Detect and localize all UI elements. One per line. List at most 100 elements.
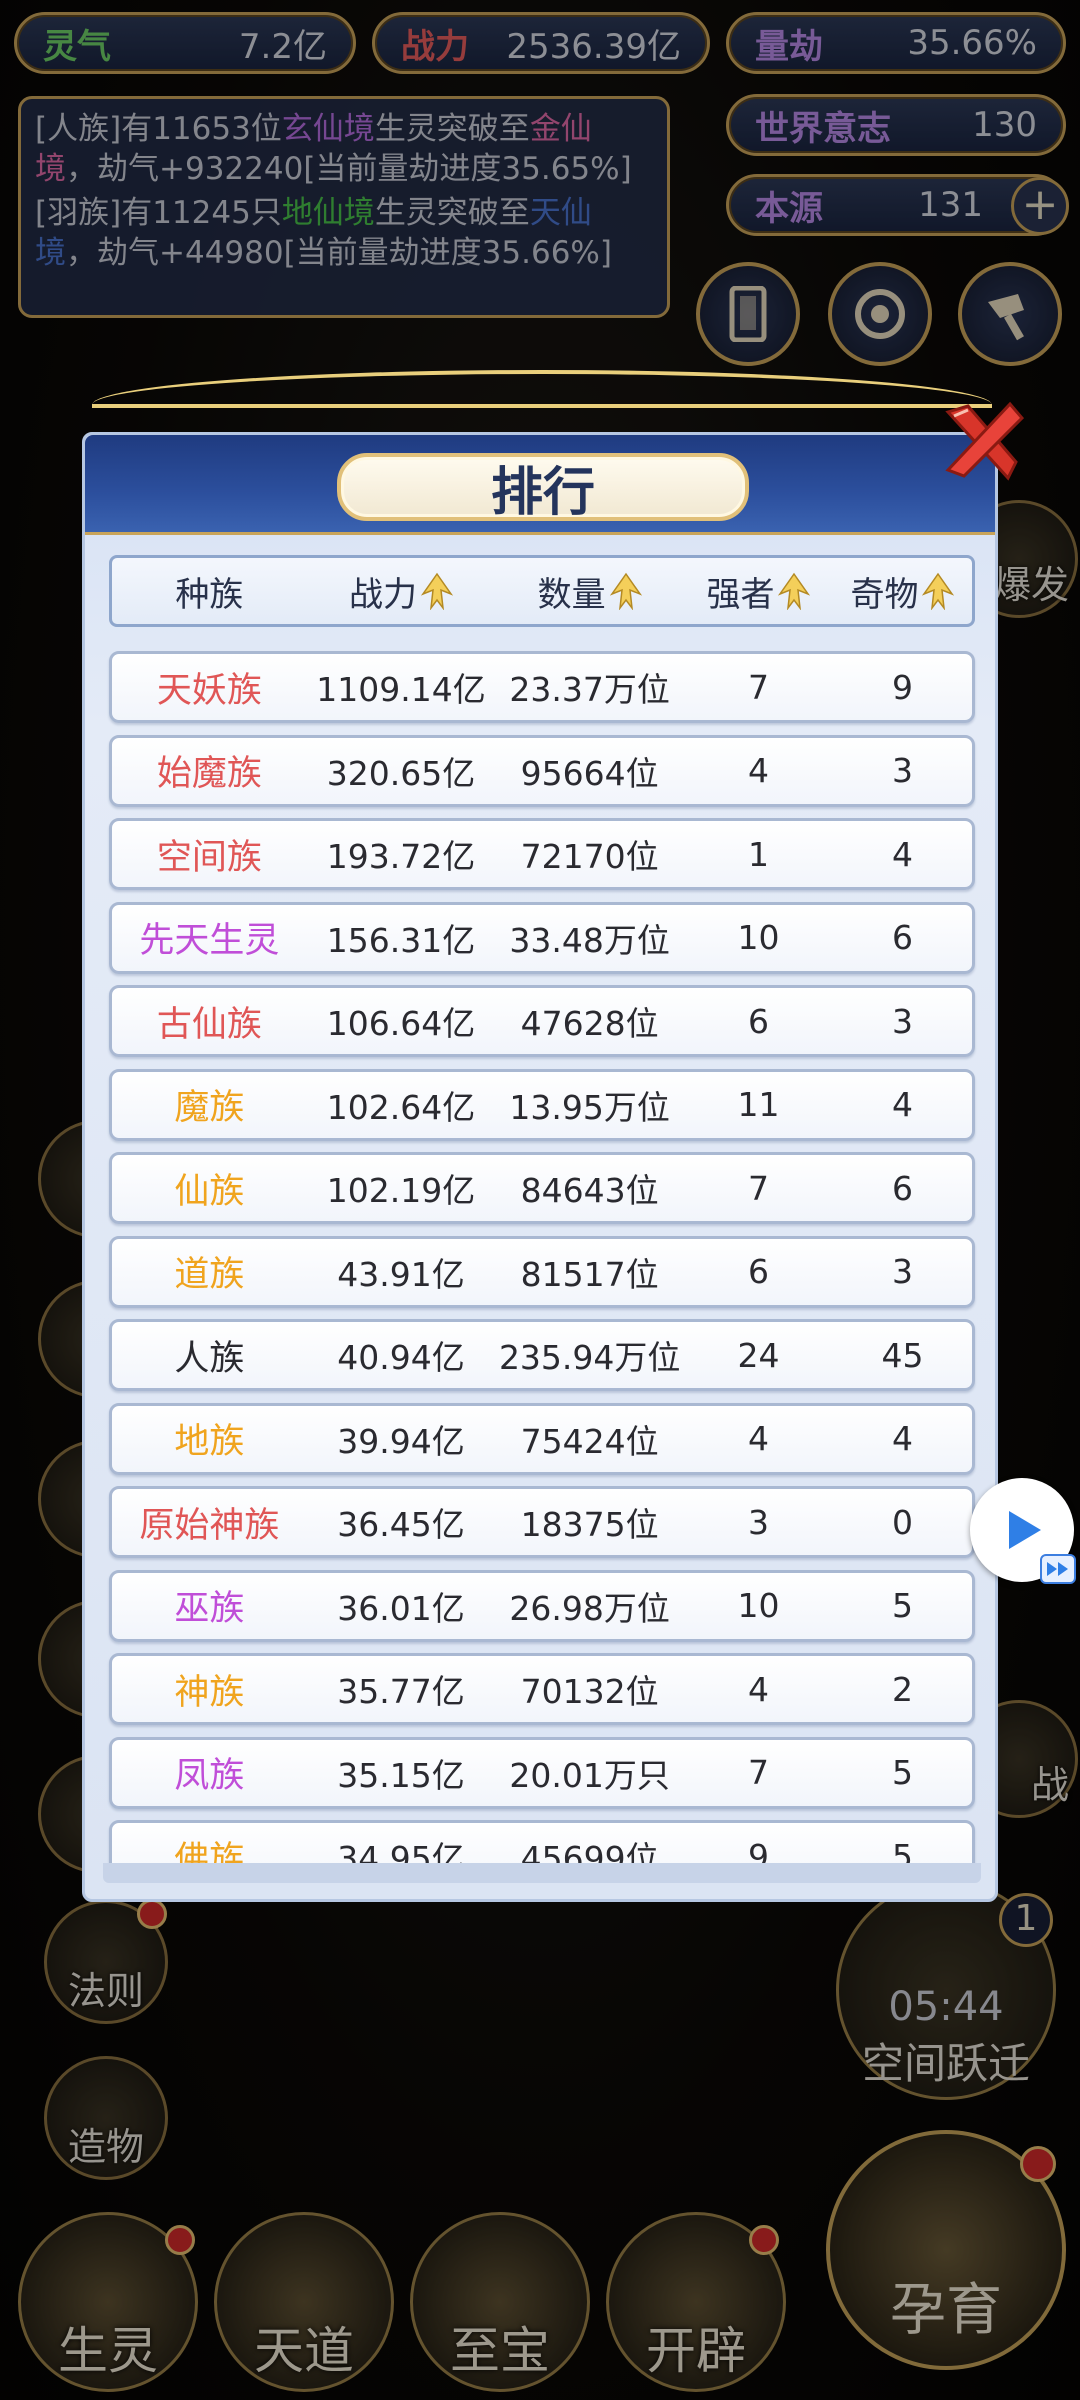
race-name: 魔族: [174, 1088, 245, 1128]
table-row[interactable]: 空间族 193.72亿 72170位 1 4: [109, 818, 975, 890]
power-value: 35.77亿: [337, 1672, 465, 1711]
items-value: 0: [891, 1502, 913, 1542]
strong-value: 9: [747, 1836, 769, 1864]
sort-arrow-icon: [922, 572, 955, 610]
power-value: 106.64亿: [326, 1004, 476, 1043]
table-row[interactable]: 原始神族 36.45亿 18375位 3 0: [109, 1486, 975, 1558]
race-name: 空间族: [156, 837, 262, 878]
column-header-row: 种族 战力 数量 强者 奇物: [109, 555, 975, 627]
strong-value: 3: [747, 1502, 769, 1542]
count-value: 84643位: [520, 1171, 659, 1210]
race-name: 先天生灵: [139, 921, 280, 961]
race-name: 原始神族: [139, 1505, 280, 1546]
items-value: 5: [891, 1586, 913, 1625]
items-value: 3: [891, 1001, 913, 1041]
ranking-list[interactable]: 天妖族 1109.14亿 23.37万位 7 9 始魔族 320.65亿 95664位 4 3 空间…: [103, 645, 981, 1863]
race-name: 地族: [174, 1422, 245, 1462]
count-value: 33.48万位: [509, 920, 670, 960]
power-value: 36.45亿: [337, 1505, 465, 1544]
power-value: 156.31亿: [326, 920, 476, 960]
power-value: 102.64亿: [326, 1087, 476, 1127]
power-value: 320.65亿: [326, 753, 476, 793]
power-value: 193.72亿: [326, 837, 476, 876]
strong-value: 7: [747, 1753, 769, 1792]
items-value: 4: [891, 1419, 913, 1458]
items-value: 4: [891, 1085, 913, 1124]
table-row[interactable]: 道族 43.91亿 81517位 6 3: [109, 1235, 975, 1308]
power-value: 40.94亿: [337, 1338, 465, 1377]
header-strong[interactable]: 强者: [684, 558, 833, 624]
table-row[interactable]: 巫族 36.01亿 26.98万位 10 5: [109, 1569, 975, 1642]
race-name: 仙族: [174, 1171, 245, 1212]
items-value: 9: [891, 667, 913, 707]
count-value: 23.37万位: [509, 670, 670, 709]
table-row[interactable]: 地族 39.94亿 75424位 4 4: [109, 1402, 975, 1475]
strong-value: 10: [737, 1586, 780, 1625]
power-value: 102.19亿: [326, 1171, 476, 1210]
items-value: 5: [891, 1836, 913, 1864]
race-name: 古仙族: [156, 1004, 262, 1045]
strong-value: 4: [747, 1669, 769, 1709]
table-row[interactable]: 神族 35.77亿 70132位 4 2: [109, 1653, 975, 1725]
strong-value: 6: [747, 1252, 769, 1291]
header-count[interactable]: 数量: [495, 558, 684, 624]
count-value: 72170位: [520, 837, 659, 876]
table-row[interactable]: 先天生灵 156.31亿 33.48万位 10 6: [109, 901, 975, 974]
items-value: 3: [891, 1252, 913, 1291]
count-value: 20.01万只: [509, 1755, 670, 1795]
header-race: 种族: [175, 574, 244, 615]
list-bottom-edge: [103, 1863, 981, 1883]
items-value: 2: [891, 1669, 913, 1709]
table-row[interactable]: 凤族 35.15亿 20.01万只 7 5: [109, 1736, 975, 1809]
strong-value: 24: [737, 1335, 780, 1375]
strong-value: 6: [747, 1001, 769, 1041]
count-value: 70132位: [520, 1672, 659, 1711]
race-name: 始魔族: [156, 754, 262, 794]
table-row[interactable]: 古仙族 106.64亿 47628位 6 3: [109, 985, 975, 1057]
strong-value: 7: [747, 1168, 769, 1208]
header-power[interactable]: 战力: [307, 558, 496, 624]
count-value: 18375位: [520, 1505, 659, 1544]
count-value: 47628位: [520, 1004, 659, 1043]
power-value: 1109.14亿: [316, 670, 486, 709]
items-value: 45: [881, 1335, 924, 1375]
race-name: 人族: [174, 1338, 245, 1379]
items-value: 6: [891, 1168, 913, 1208]
count-value: 26.98万位: [509, 1588, 670, 1628]
race-name: 佛族: [174, 1839, 245, 1864]
power-value: 34.95亿: [337, 1839, 465, 1863]
count-value: 13.95万位: [509, 1087, 670, 1127]
race-name: 道族: [174, 1255, 245, 1295]
strong-value: 7: [747, 667, 769, 707]
table-row[interactable]: 人族 40.94亿 235.94万位 24 45: [109, 1319, 975, 1391]
items-value: 4: [891, 834, 913, 874]
power-value: 43.91亿: [337, 1254, 465, 1294]
strong-value: 11: [737, 1085, 780, 1124]
table-row[interactable]: 始魔族 320.65亿 95664位 4 3: [109, 734, 975, 807]
panel-title: 排行: [337, 453, 749, 523]
items-value: 6: [891, 918, 913, 957]
items-value: 3: [891, 751, 913, 790]
table-row[interactable]: 魔族 102.64亿 13.95万位 11 4: [109, 1068, 975, 1141]
count-value: 45699位: [520, 1839, 659, 1863]
close-icon[interactable]: [934, 392, 1030, 488]
ranking-panel: 排行 种族 战力 数量 强者 奇物 天妖族 1109.14亿 23.37万位 7 9 始魔…: [82, 432, 998, 1902]
items-value: 5: [891, 1753, 913, 1792]
table-row[interactable]: 佛族 34.95亿 45699位 9 5: [109, 1820, 975, 1863]
power-value: 36.01亿: [337, 1588, 465, 1628]
table-row[interactable]: 仙族 102.19亿 84643位 7 6: [109, 1152, 975, 1224]
power-value: 39.94亿: [337, 1421, 465, 1461]
race-name: 巫族: [174, 1589, 245, 1629]
strong-value: 4: [747, 1419, 769, 1458]
sort-arrow-icon: [420, 572, 453, 610]
table-row[interactable]: 天妖族 1109.14亿 23.37万位 7 9: [109, 651, 975, 723]
race-name: 天妖族: [156, 670, 262, 711]
header-items[interactable]: 奇物: [833, 558, 972, 624]
race-name: 神族: [174, 1672, 245, 1713]
power-value: 35.15亿: [337, 1755, 465, 1795]
sort-arrow-icon: [609, 572, 642, 610]
panel-decoration-bar: [92, 404, 992, 408]
fast-forward-icon[interactable]: [1040, 1554, 1076, 1584]
count-value: 81517位: [520, 1254, 659, 1294]
strong-value: 4: [747, 751, 769, 790]
